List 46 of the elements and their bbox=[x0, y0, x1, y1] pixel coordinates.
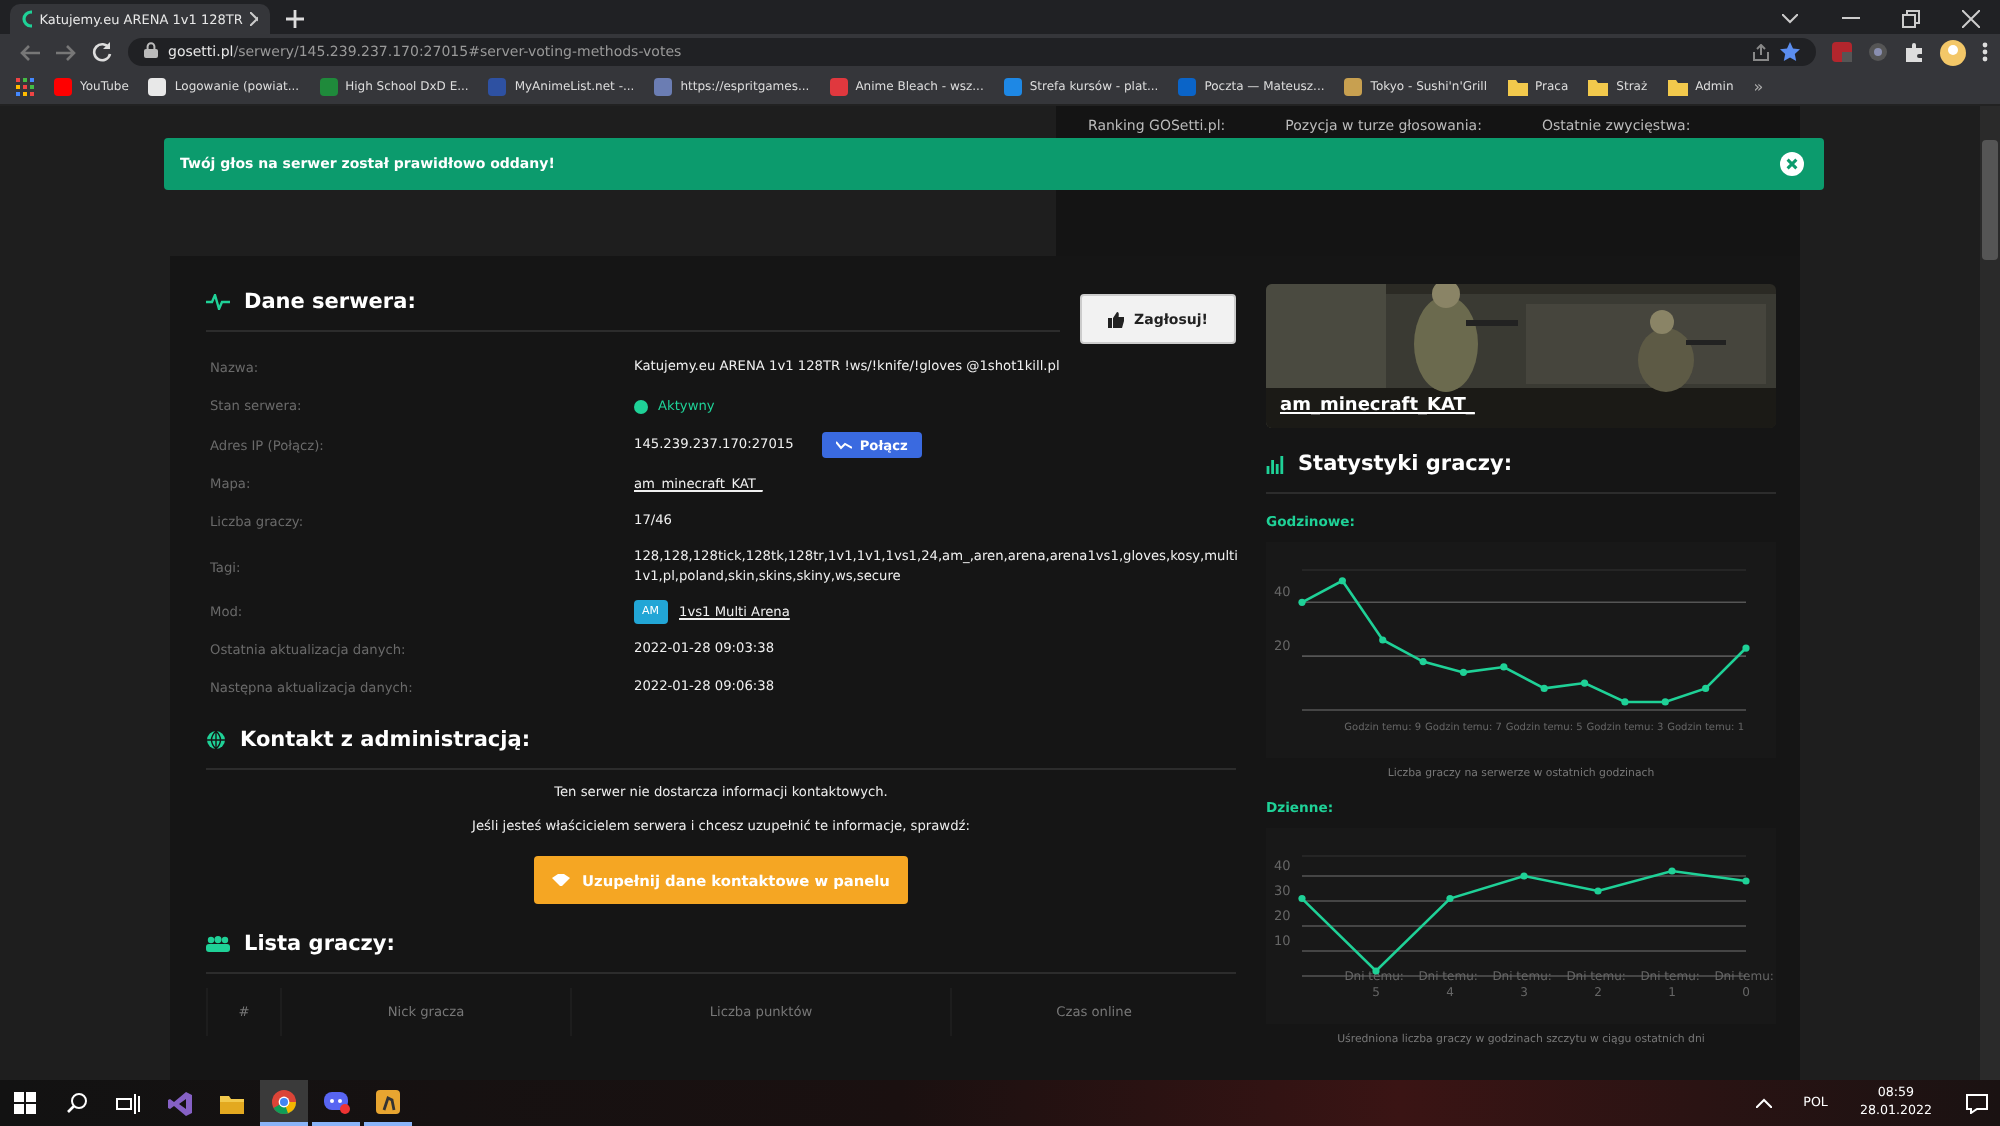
forward-icon[interactable] bbox=[56, 43, 76, 61]
point bbox=[1621, 698, 1629, 706]
point bbox=[1580, 679, 1589, 687]
extension-icon[interactable] bbox=[1868, 42, 1888, 62]
point bbox=[1298, 598, 1306, 606]
point bbox=[1540, 684, 1548, 693]
map-name-link[interactable]: am_minecraft_KAT_ bbox=[1280, 396, 1475, 416]
point bbox=[1668, 867, 1676, 875]
section-title: Statystyki graczy: bbox=[1298, 452, 1513, 476]
point bbox=[1594, 887, 1602, 895]
new-tab-icon[interactable] bbox=[286, 10, 304, 28]
share-icon[interactable] bbox=[1752, 43, 1770, 61]
star-icon[interactable] bbox=[1780, 42, 1800, 62]
point bbox=[1742, 877, 1750, 885]
point bbox=[1702, 684, 1710, 693]
point bbox=[1446, 894, 1454, 903]
point bbox=[1459, 668, 1468, 676]
scrollbar[interactable] bbox=[1980, 106, 2000, 1080]
profile-avatar[interactable] bbox=[1940, 39, 1966, 65]
point bbox=[1379, 636, 1387, 644]
scrollbar-thumb[interactable] bbox=[1982, 140, 1998, 260]
point bbox=[1520, 872, 1528, 880]
point bbox=[1298, 894, 1306, 903]
point bbox=[1338, 577, 1346, 585]
chrome-icon[interactable] bbox=[260, 1080, 308, 1126]
back-icon[interactable] bbox=[20, 43, 40, 61]
section-title: Kontakt z administracją: bbox=[240, 728, 531, 753]
pulse-icon bbox=[206, 294, 230, 310]
point bbox=[1500, 663, 1508, 671]
apps-icon[interactable] bbox=[16, 78, 34, 96]
reload-icon[interactable] bbox=[92, 42, 112, 62]
menu-icon[interactable] bbox=[1982, 42, 1988, 62]
wave-icon bbox=[835, 440, 852, 450]
point bbox=[1661, 698, 1669, 706]
puzzle-icon[interactable] bbox=[1904, 42, 1924, 62]
section-title: Lista graczy: bbox=[244, 932, 395, 957]
lock-icon bbox=[144, 42, 158, 62]
people-icon bbox=[206, 936, 230, 953]
site-icon bbox=[22, 10, 32, 28]
section-title: Dane serwera: bbox=[244, 290, 416, 314]
more-bookmarks-button[interactable]: » bbox=[1753, 78, 1764, 96]
point bbox=[1742, 644, 1750, 652]
bar-chart-icon bbox=[1266, 455, 1284, 473]
globe-icon bbox=[206, 730, 226, 751]
point bbox=[1419, 657, 1427, 666]
thumbs-up-icon bbox=[1108, 311, 1125, 327]
